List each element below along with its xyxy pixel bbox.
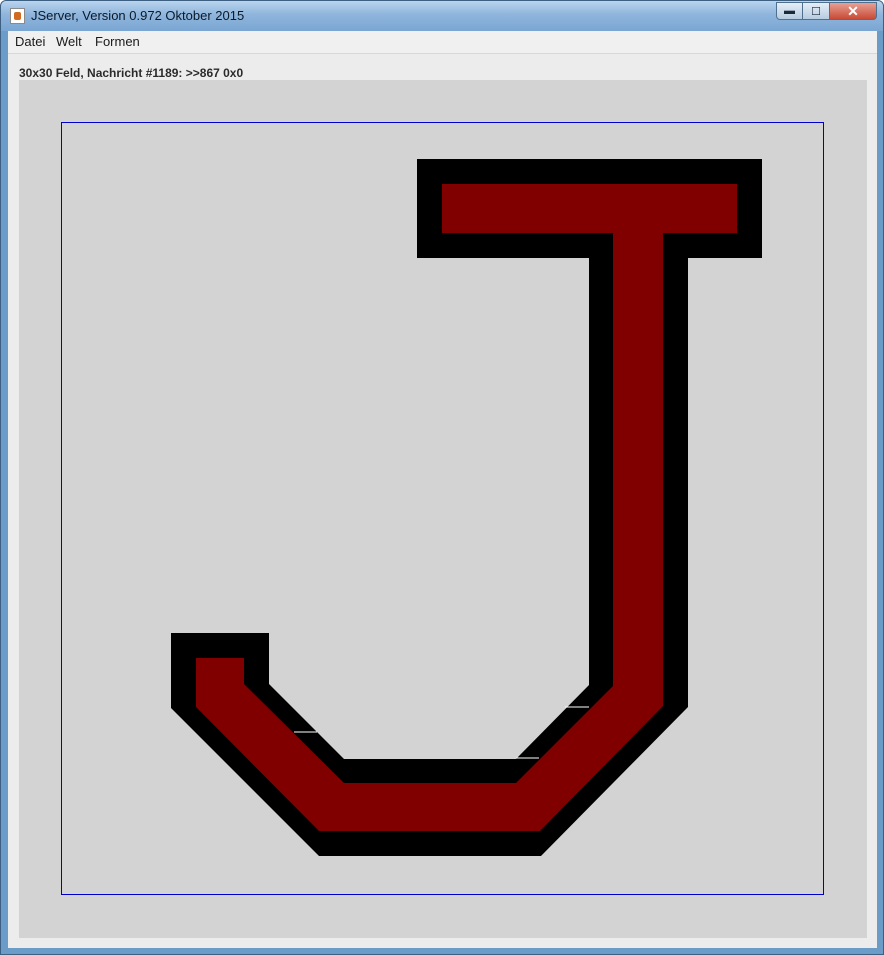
menu-datei[interactable]: Datei: [15, 34, 45, 49]
status-label: 30x30 Feld, Nachricht #1189: >>867 0x0: [19, 66, 244, 80]
menu-formen[interactable]: Formen: [95, 34, 140, 49]
menu-bar: Datei Welt Formen: [8, 31, 877, 54]
menu-welt[interactable]: Welt: [56, 34, 82, 49]
field-panel[interactable]: [19, 80, 867, 938]
window-controls: ▬ ☐ ✕: [776, 2, 877, 22]
field-canvas: [61, 122, 824, 895]
maximize-icon: ☐: [811, 5, 821, 18]
close-icon: ✕: [847, 2, 859, 19]
minimize-icon: ▬: [784, 5, 795, 17]
close-button[interactable]: ✕: [830, 2, 877, 20]
java-icon: [10, 8, 25, 24]
window-title: JServer, Version 0.972 Oktober 2015: [31, 8, 245, 23]
application-window: JServer, Version 0.972 Oktober 2015 ▬ ☐ …: [0, 0, 884, 955]
minimize-button[interactable]: ▬: [776, 2, 803, 20]
maximize-button[interactable]: ☐: [803, 2, 830, 20]
content-area: 30x30 Feld, Nachricht #1189: >>867 0x0: [8, 54, 877, 948]
title-bar[interactable]: JServer, Version 0.972 Oktober 2015 ▬ ☐ …: [1, 1, 883, 31]
